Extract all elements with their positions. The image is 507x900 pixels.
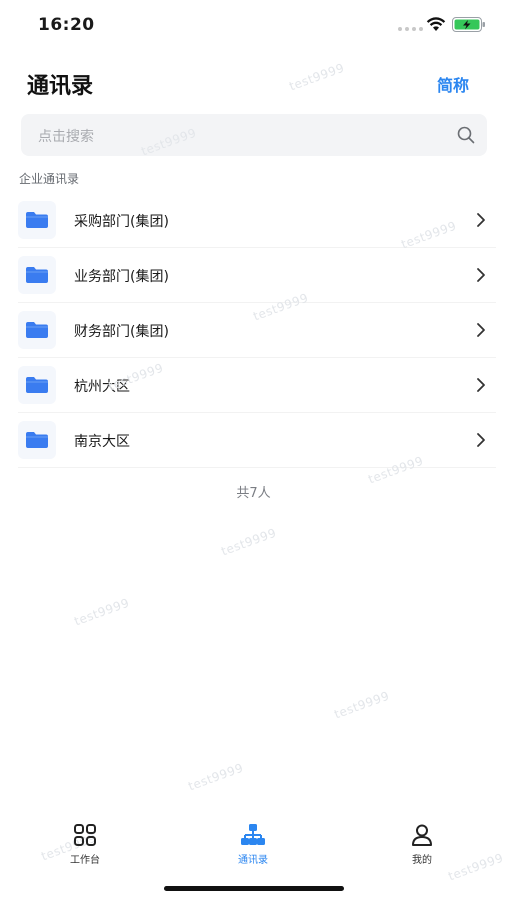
list-item[interactable]: 杭州大区: [18, 358, 496, 413]
list-item-label: 杭州大区: [74, 379, 130, 395]
folder-icon: [18, 366, 56, 404]
tab-bar: 工作台 通讯录 我的: [0, 815, 507, 875]
search-placeholder: 点击搜索: [38, 129, 94, 145]
wifi-icon: [426, 17, 446, 31]
list-item[interactable]: 业务部门(集团): [18, 248, 496, 303]
list-item-label: 业务部门(集团): [74, 269, 169, 285]
abbreviation-button[interactable]: 简称: [437, 72, 469, 96]
tab-mine[interactable]: 我的: [362, 815, 482, 866]
department-list: 采购部门(集团) 业务部门(集团) 财务部门(集团) 杭州大区 南京大区: [0, 193, 507, 468]
chevron-right-icon: [477, 213, 485, 227]
grid-icon: [74, 824, 96, 846]
folder-icon: [18, 311, 56, 349]
person-icon: [412, 824, 432, 846]
tab-workbench[interactable]: 工作台: [25, 815, 145, 866]
watermark: test9999: [186, 760, 246, 794]
folder-icon: [18, 421, 56, 459]
list-item-label: 财务部门(集团): [74, 324, 169, 340]
header: 通讯录 简称: [0, 60, 507, 108]
org-chart-icon: [241, 824, 265, 845]
list-item[interactable]: 财务部门(集团): [18, 303, 496, 358]
battery-charging-icon: [452, 17, 485, 32]
folder-icon: [18, 201, 56, 239]
chevron-right-icon: [477, 378, 485, 392]
folder-icon: [18, 256, 56, 294]
list-item-label: 南京大区: [74, 434, 130, 450]
chevron-right-icon: [477, 268, 485, 282]
tab-label: 我的: [412, 855, 432, 866]
chevron-right-icon: [477, 323, 485, 337]
total-count: 共7人: [236, 486, 271, 501]
cellular-signal-icon: [398, 27, 423, 31]
list-item-label: 采购部门(集团): [74, 214, 169, 230]
watermark: test9999: [72, 595, 132, 629]
search-icon[interactable]: [457, 126, 475, 144]
tab-contacts[interactable]: 通讯录: [193, 815, 313, 866]
list-item[interactable]: 南京大区: [18, 413, 496, 468]
section-label: 企业通讯录: [19, 172, 80, 186]
watermark: test9999: [332, 688, 392, 722]
watermark: test9999: [219, 525, 279, 559]
search-input[interactable]: 点击搜索: [21, 114, 487, 156]
chevron-right-icon: [477, 433, 485, 447]
page-title: 通讯录: [27, 74, 94, 99]
tab-label: 工作台: [70, 855, 100, 866]
tab-label: 通讯录: [238, 855, 268, 866]
list-item[interactable]: 采购部门(集团): [18, 193, 496, 248]
home-indicator[interactable]: [164, 886, 344, 891]
status-time: 16:20: [38, 15, 95, 35]
status-bar: 16:20: [0, 0, 507, 50]
